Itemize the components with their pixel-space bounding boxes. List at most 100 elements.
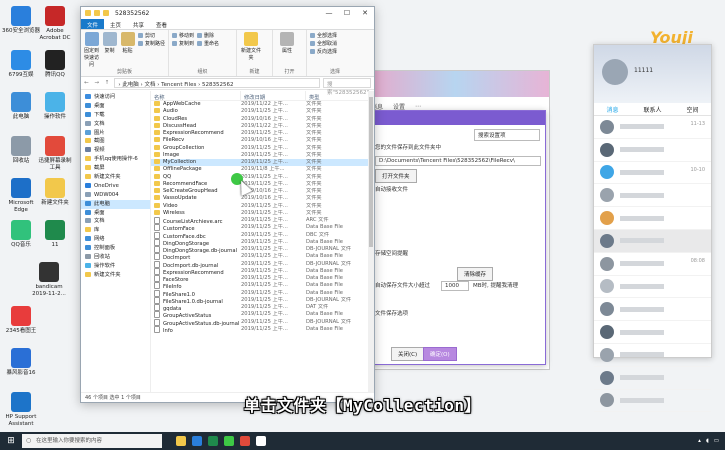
file-row[interactable]: Info 2019/11/25 上午... Data Base File — [151, 326, 374, 333]
taskbar-app-icon[interactable] — [192, 436, 202, 446]
tab-file[interactable]: 文件 — [81, 19, 105, 29]
nav-pane-item[interactable]: 图片 — [81, 129, 150, 138]
desktop-icon[interactable]: Adobe Acrobat DC — [36, 6, 74, 42]
invert-selection-button[interactable]: 反向选择 — [310, 49, 337, 55]
taskbar-app-icon[interactable] — [256, 436, 266, 446]
nav-pane-item[interactable]: 快速访问 — [81, 93, 150, 102]
desktop-icon[interactable]: 2345看图王 — [2, 306, 40, 335]
windows-start-icon[interactable]: ⊞ — [0, 436, 22, 446]
desktop-icon[interactable]: 回收站 — [2, 136, 40, 165]
nav-pane-item[interactable]: 桌面 — [81, 102, 150, 111]
delete-button[interactable]: 删除 — [197, 33, 214, 39]
nav-pane-item[interactable]: 下载 — [81, 111, 150, 120]
explorer-titlebar[interactable]: 528352562 — ☐ ✕ — [81, 7, 374, 19]
taskbar-app-icon[interactable] — [208, 436, 218, 446]
nav-pane-item[interactable]: 此电脑 — [81, 199, 150, 209]
column-date[interactable]: 修改日期 — [241, 91, 306, 101]
minimize-icon[interactable]: — — [320, 9, 338, 17]
file-row[interactable]: DocImport.db-journal 2019/11/25 上午... DB-J… — [151, 261, 374, 268]
nav-pane-item[interactable]: 桌面 — [81, 209, 150, 218]
file-row[interactable]: CustomFace 2019/11/25 上午... Data Base File — [151, 224, 374, 231]
conversation-item[interactable] — [594, 184, 711, 208]
tab-home[interactable]: 主页 — [104, 19, 127, 29]
taskbar-app-icon[interactable] — [224, 436, 234, 446]
conversation-item[interactable] — [594, 207, 711, 230]
notification-icon[interactable]: ▭ — [714, 438, 719, 444]
file-row[interactable]: QQ 2019/11/25 上午... 文件夹 — [151, 174, 374, 181]
scrollbar-thumb[interactable] — [369, 97, 373, 247]
nav-pane-item[interactable]: 手机qq使用操作-6 — [81, 155, 150, 164]
desktop-icon[interactable]: 360安全浏览器 — [2, 6, 40, 35]
rename-button[interactable]: 重命名 — [197, 41, 219, 47]
file-row[interactable]: GroupCollection 2019/11/25 上午... 文件夹 — [151, 145, 374, 152]
settings-search-input[interactable]: 搜索设置项 — [474, 129, 540, 141]
column-name[interactable]: 名称 — [151, 91, 241, 101]
file-row[interactable]: Image 2019/11/25 上午... 文件夹 — [151, 152, 374, 159]
file-row[interactable]: RecommendFace 2019/11/25 上午... 文件夹 — [151, 181, 374, 188]
file-row[interactable]: ExpressionRecommend 2019/11/25 上午... 文件夹 — [151, 130, 374, 137]
desktop-icon[interactable]: 操作软件 — [36, 92, 74, 121]
copy-path-button[interactable]: 复制路径 — [138, 41, 165, 47]
save-icon[interactable] — [94, 10, 100, 16]
qq-contact-panel[interactable]: 11111 消息 联系人 空间 11-13 10-10 08:08 — [593, 44, 712, 413]
desktop-icon[interactable]: 迅捷屏幕录制工具 — [36, 136, 74, 172]
size-threshold-input[interactable]: 1000 — [441, 281, 469, 291]
file-row[interactable]: GroupActiveStatus.db-journal 2019/11/25 上… — [151, 319, 374, 326]
desktop-icon[interactable]: 新建文件夹 — [36, 178, 74, 207]
select-none-button[interactable]: 全部取消 — [310, 41, 337, 47]
cut-button[interactable]: 剪切 — [138, 33, 155, 39]
file-row[interactable]: CourseListArchieve.arc 2019/11/25 上午... AR… — [151, 217, 374, 224]
nav-pane-item[interactable]: 新建文件夹 — [81, 173, 150, 182]
vertical-scrollbar[interactable] — [368, 91, 374, 392]
taskbar-search-input[interactable]: 在这里输入你要搜索的内容 — [22, 434, 162, 448]
file-row[interactable]: VassoUpdate 2019/10/16 上午... 文件夹 — [151, 195, 374, 202]
file-row[interactable]: FaceStore 2019/11/25 上午... Data Base File — [151, 275, 374, 282]
desktop-icon[interactable]: Microsoft Edge — [2, 178, 40, 214]
nav-pane-item[interactable]: 新建文件夹 — [81, 271, 150, 280]
save-path-field[interactable]: D:\Documents\Tencent Files\528352562\Fil… — [375, 156, 541, 166]
nav-pane-item[interactable]: 文档 — [81, 120, 150, 129]
conversation-item[interactable]: 11-13 — [594, 116, 711, 139]
properties-icon[interactable] — [103, 10, 109, 16]
conversation-item[interactable] — [594, 276, 711, 299]
clear-cache-button[interactable]: 清除缓存 — [457, 267, 494, 281]
nav-pane-item[interactable]: WDW004 — [81, 191, 150, 200]
conversation-item[interactable] — [594, 229, 711, 253]
file-row[interactable]: FileRecv 2019/10/16 上午... 文件夹 — [151, 137, 374, 144]
file-row[interactable]: FileShare1.0.db-journal 2019/11/25 上午... D… — [151, 297, 374, 304]
close-button[interactable]: 关闭(C) — [391, 347, 425, 361]
file-row[interactable]: AppWebCache 2019/11/22 上午... 文件夹 — [151, 101, 374, 108]
explorer-search-input[interactable]: 搜索"528352562" — [323, 78, 371, 96]
taskbar-app-icon[interactable] — [240, 436, 250, 446]
nav-pane-item[interactable]: OneDrive — [81, 182, 150, 191]
open-folder-button[interactable]: 打开文件夹 — [375, 169, 417, 183]
nav-pane-item[interactable]: 截屏 — [81, 164, 150, 173]
file-row[interactable]: DingDongStorage 2019/11/25 上午... Data Base… — [151, 239, 374, 246]
desktop-icon[interactable]: QQ音乐 — [2, 220, 40, 249]
desktop-icon[interactable]: 6799互娱 — [2, 50, 40, 79]
desktop-icon[interactable]: bandicam 2019-11-2... — [30, 262, 68, 298]
conversation-item[interactable] — [594, 367, 711, 390]
avatar[interactable] — [602, 59, 628, 85]
ok-button[interactable]: 确定(O) — [423, 347, 457, 361]
maximize-icon[interactable]: ☐ — [338, 9, 356, 17]
tab-view[interactable]: 查看 — [150, 19, 173, 29]
conversation-item[interactable] — [594, 321, 711, 344]
desktop-icon[interactable]: 腾讯QQ — [36, 50, 74, 79]
network-icon[interactable]: ▴ — [698, 438, 701, 444]
move-to-button[interactable]: 移动到 — [172, 33, 194, 39]
nav-more[interactable]: ⋯ — [415, 103, 421, 110]
conversation-item[interactable]: 08:08 — [594, 253, 711, 276]
conversation-item[interactable]: 10-10 — [594, 162, 711, 185]
tab-share[interactable]: 共享 — [127, 19, 150, 29]
tab-contacts[interactable]: 联系人 — [643, 105, 661, 114]
navigation-pane[interactable]: 快速访问 桌面 下载 文档 图片 截图 视频 手机qq使用操作-6 截屏 新建文件夹 OneDriv… — [81, 91, 151, 392]
taskbar-app-icon[interactable] — [176, 436, 186, 446]
file-row[interactable]: Audio 2019/11/25 上午... 文件夹 — [151, 108, 374, 115]
nav-pane-item[interactable]: 截图 — [81, 137, 150, 146]
conversation-item[interactable] — [594, 344, 711, 367]
file-row[interactable]: gqdata 2019/11/25 上午... DAT 文件 — [151, 304, 374, 311]
close-icon[interactable]: ✕ — [356, 9, 374, 17]
file-row[interactable]: CustomFace.dbc 2019/11/25 上午... DBC 文件 — [151, 232, 374, 239]
address-path[interactable]: › 此电脑 › 文档 › Tencent Files › 528352562 — [114, 78, 320, 88]
